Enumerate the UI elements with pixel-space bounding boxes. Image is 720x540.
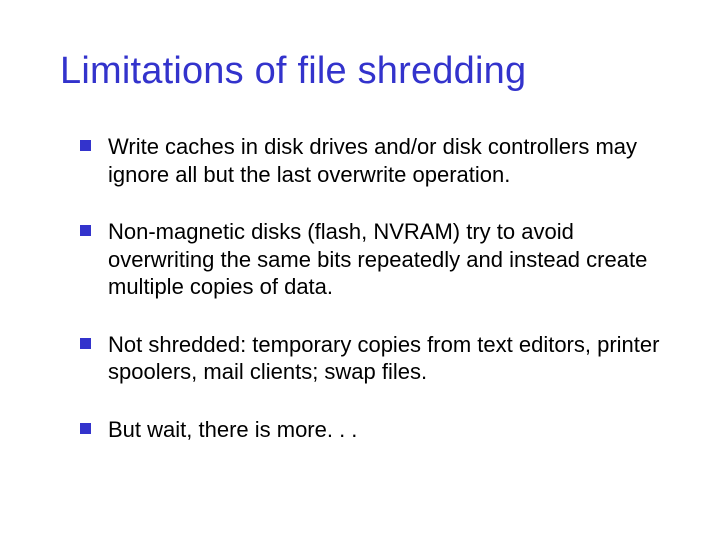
list-item: Not shredded: temporary copies from text… (80, 331, 665, 386)
slide-title: Limitations of file shredding (60, 50, 665, 93)
bullet-square-icon (80, 423, 91, 434)
bullet-square-icon (80, 225, 91, 236)
bullet-text: But wait, there is more. . . (108, 417, 357, 442)
bullet-square-icon (80, 140, 91, 151)
slide: Limitations of file shredding Write cach… (0, 0, 720, 540)
bullet-text: Write caches in disk drives and/or disk … (108, 134, 637, 187)
bullet-text: Non-magnetic disks (flash, NVRAM) try to… (108, 219, 647, 299)
bullet-list: Write caches in disk drives and/or disk … (80, 133, 665, 443)
list-item: But wait, there is more. . . (80, 416, 665, 444)
list-item: Non-magnetic disks (flash, NVRAM) try to… (80, 218, 665, 301)
bullet-square-icon (80, 338, 91, 349)
list-item: Write caches in disk drives and/or disk … (80, 133, 665, 188)
bullet-text: Not shredded: temporary copies from text… (108, 332, 659, 385)
